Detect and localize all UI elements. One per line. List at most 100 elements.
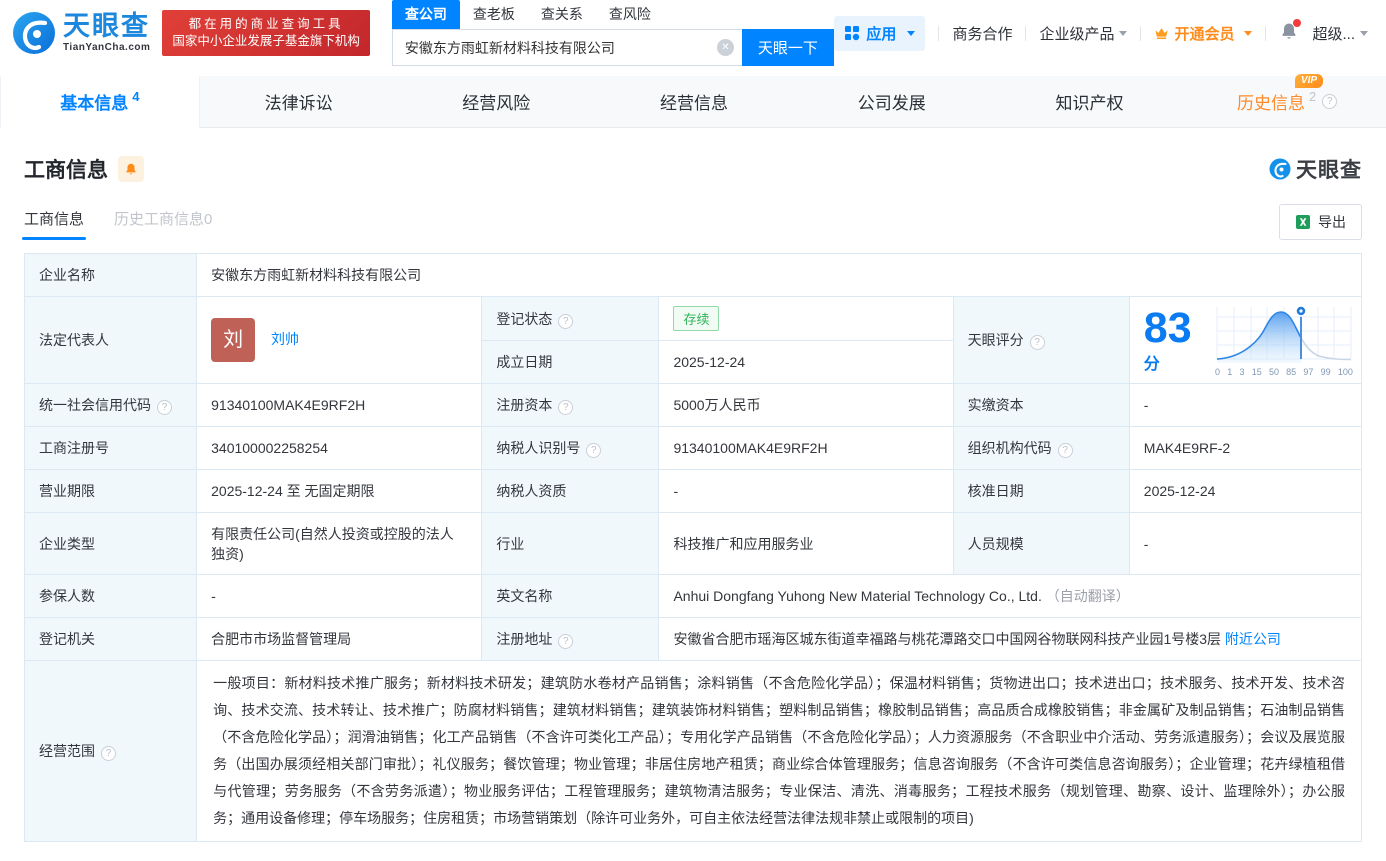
help-icon[interactable]: ?: [558, 400, 574, 415]
reg-status-value: 存续: [658, 296, 954, 341]
legal-rep-link[interactable]: 刘帅: [271, 331, 299, 347]
org-code-value: MAK4E9RF-2: [1128, 426, 1363, 470]
help-icon[interactable]: ?: [586, 443, 602, 458]
tab-intellectual-property[interactable]: 知识产权: [991, 76, 1189, 127]
table-row: 登记机关 合肥市市场监督管理局 注册地址? 安徽省合肥市瑶海区城东街道幸福路与桃…: [23, 617, 1362, 661]
tab-label: 公司发展: [857, 94, 926, 113]
field-label: 企业名称: [23, 253, 198, 297]
approval-date-value: 2025-12-24: [1128, 469, 1363, 513]
help-icon[interactable]: ?: [1057, 443, 1073, 458]
label-text: 天眼评分: [967, 332, 1024, 348]
english-name-text: Anhui Dongfang Yuhong New Material Techn…: [673, 588, 1042, 604]
help-icon[interactable]: ?: [558, 634, 574, 649]
search-button[interactable]: 天眼一下: [741, 29, 834, 66]
tab-label: 法律诉讼: [264, 94, 333, 113]
score-curve: [1216, 305, 1352, 363]
bell-icon: [126, 163, 136, 175]
apps-menu[interactable]: 应用: [834, 15, 926, 51]
apps-grid-icon: [845, 26, 860, 41]
apps-label: 应用: [866, 25, 897, 43]
subtab-history-business-info[interactable]: 历史工商信息0: [114, 208, 212, 240]
company-page-tabs: 基本信息 4 法律诉讼 经营风险 经营信息 公司发展 知识产权 历史信息 VIP…: [0, 74, 1386, 128]
tab-operating-info[interactable]: 经营信息: [595, 76, 793, 127]
field-label: 企业类型: [23, 512, 198, 575]
clear-icon[interactable]: ✕: [716, 39, 734, 56]
nav-open-vip[interactable]: 开通会员: [1154, 23, 1253, 44]
help-icon[interactable]: ?: [1322, 94, 1338, 109]
label-text: 统一社会信用代码: [39, 397, 151, 413]
tab-label: 经营风险: [462, 94, 531, 113]
reg-number-value: 340100002258254: [196, 426, 483, 470]
nav-super-vip[interactable]: 超级...: [1312, 23, 1368, 44]
industry-value: 科技推广和应用服务业: [658, 512, 954, 575]
taxpayer-id-value: 91340100MAK4E9RF2H: [658, 426, 954, 470]
paid-capital-value: -: [1128, 383, 1363, 427]
search-tab-risk[interactable]: 查风险: [596, 0, 664, 29]
subscribe-bell-button[interactable]: [118, 156, 144, 182]
export-label: 导出: [1318, 214, 1346, 230]
score-axis-ticks: 0 1 3 15 50 85 97 99 100: [1215, 367, 1353, 377]
search-input[interactable]: [391, 29, 742, 66]
insured-count-value: -: [196, 574, 483, 618]
tab-history-info[interactable]: 历史信息 VIP 2 ?: [1188, 74, 1386, 127]
field-label: 营业期限: [23, 469, 198, 513]
section-title: 工商信息: [24, 159, 108, 182]
chevron-down-icon: [1360, 30, 1368, 36]
tianyancha-logo[interactable]: 天眼查 TianYanCha.com: [12, 11, 150, 55]
est-date-value: 2025-12-24: [658, 340, 954, 384]
tab-label: 经营信息: [660, 94, 729, 113]
taxpayer-qualification-value: -: [658, 469, 954, 513]
search-tab-relation[interactable]: 查关系: [528, 0, 596, 29]
excel-icon: [1296, 215, 1310, 229]
tab-label: 知识产权: [1055, 94, 1124, 113]
help-icon[interactable]: ?: [101, 746, 116, 761]
export-button[interactable]: 导出: [1279, 204, 1362, 240]
enterprise-label: 企业级产品: [1039, 25, 1115, 43]
chevron-down-icon: [1119, 30, 1128, 36]
search-tabs: 查公司 查老板 查关系 查风险: [391, 0, 834, 29]
nearby-companies-link[interactable]: 附近公司: [1225, 631, 1281, 647]
vip-badge: VIP: [1294, 74, 1324, 88]
main-content: 工商信息 天眼查 工商信息 历史工商信息0 导出 企业名称 安徽东方雨虹新材料科…: [0, 154, 1386, 842]
tab-legal-litigation[interactable]: 法律诉讼: [200, 76, 398, 127]
label-text: 登记状态: [496, 310, 553, 327]
label-text: 注册资本: [496, 397, 553, 413]
tab-count: 2: [1309, 89, 1317, 104]
staff-size-value: -: [1128, 512, 1363, 575]
address-value: 安徽省合肥市瑶海区城东街道幸福路与桃花潭路交口中国网谷物联网科技产业园1号楼3层…: [658, 617, 1362, 661]
legal-rep-avatar[interactable]: 刘: [211, 318, 256, 362]
field-label: 参保人数: [23, 574, 198, 618]
tab-basic-info[interactable]: 基本信息 4: [0, 76, 200, 128]
crown-icon: [1155, 28, 1169, 39]
table-row: 法定代表人 刘 刘帅 登记状态? 存续 天眼评分? 83分 0 1 3 15 5…: [23, 296, 1363, 384]
nav-enterprise-products[interactable]: 企业级产品: [1039, 23, 1128, 44]
promo-line1: 都在用的商业查询工具: [188, 17, 344, 31]
chevron-down-icon: [1244, 30, 1253, 36]
tab-operating-risk[interactable]: 经营风险: [397, 76, 595, 127]
help-icon[interactable]: ?: [1029, 335, 1045, 350]
field-label: 组织机构代码?: [952, 426, 1130, 470]
business-registration-table: 企业名称 安徽东方雨虹新材料科技有限公司 法定代表人 刘 刘帅 登记状态? 存续…: [23, 253, 1363, 842]
subtab-business-info[interactable]: 工商信息: [21, 208, 87, 240]
reg-capital-value: 5000万人民币: [658, 383, 954, 427]
help-icon[interactable]: ?: [157, 400, 172, 415]
notifications-bell[interactable]: [1279, 19, 1302, 45]
score-cell: 83分 0 1 3 15 50 85 97 99 100: [1128, 296, 1363, 384]
search-tab-boss[interactable]: 查老板: [460, 0, 528, 29]
section-subtabs: 工商信息 历史工商信息0 导出: [21, 204, 1362, 240]
table-row: 企业名称 安徽东方雨虹新材料科技有限公司: [23, 253, 1362, 297]
business-scope-value: 一般项目：新材料技术推广服务；新材料技术研发；建筑防水卷材产品销售；涂料销售（不…: [196, 660, 1362, 842]
field-label: 成立日期: [481, 340, 660, 384]
tab-label: 基本信息: [60, 94, 129, 113]
search-tab-company[interactable]: 查公司: [391, 0, 460, 29]
nav-business-cooperation[interactable]: 商务合作: [952, 23, 1012, 44]
score-number: 83: [1143, 303, 1192, 352]
label-text: 经营范围: [39, 743, 95, 759]
field-label: 注册资本?: [481, 383, 660, 427]
help-icon[interactable]: ?: [558, 313, 574, 329]
field-label: 工商注册号: [23, 426, 198, 470]
label-text: 组织机构代码: [967, 440, 1052, 456]
tab-company-development[interactable]: 公司发展: [793, 76, 991, 127]
table-row: 企业类型 有限责任公司(自然人投资或控股的法人独资) 行业 科技推广和应用服务业…: [23, 512, 1363, 575]
field-label: 人员规模: [952, 512, 1130, 575]
